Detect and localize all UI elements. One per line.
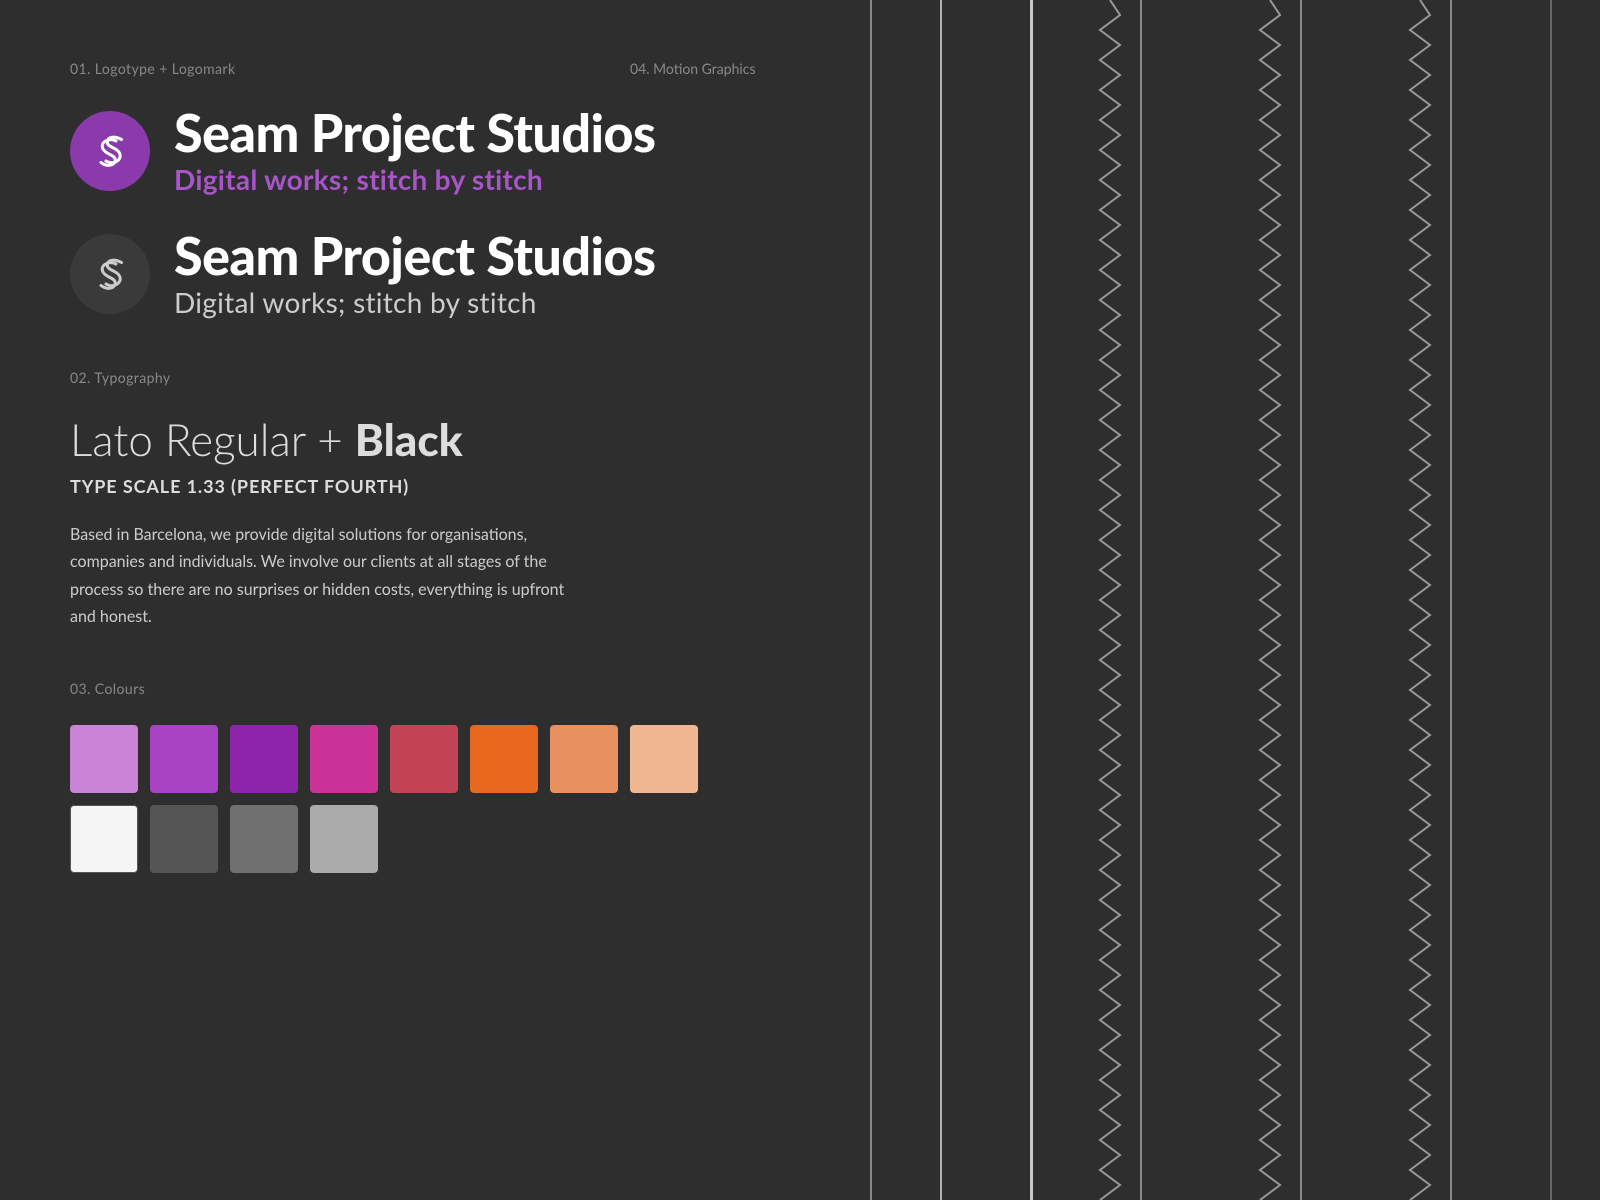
swatch-light-gray bbox=[310, 805, 378, 873]
logo-title-purple: Seam Project Studios bbox=[174, 105, 656, 162]
swatch-purple bbox=[230, 725, 298, 793]
logo-tagline-dark: Digital works; stitch by stitch bbox=[174, 285, 656, 319]
swatch-coral-red bbox=[390, 725, 458, 793]
swatch-orange bbox=[470, 725, 538, 793]
type-heading: Lato Regular + Black bbox=[70, 414, 800, 467]
s-logo-purple-icon bbox=[84, 125, 136, 177]
swatch-white bbox=[70, 805, 138, 873]
type-scale: TYPE SCALE 1.33 (Perfect Fourth) bbox=[70, 475, 800, 497]
swatch-lavender bbox=[70, 725, 138, 793]
vertical-line-6 bbox=[1550, 0, 1552, 1200]
colour-row-1 bbox=[70, 725, 800, 793]
vertical-line-1 bbox=[940, 0, 942, 1200]
stitching-decoration bbox=[870, 0, 1600, 1200]
colours-section: 03. Colours bbox=[70, 680, 800, 873]
swatch-light-peach bbox=[630, 725, 698, 793]
colours-label: 03. Colours bbox=[70, 680, 800, 697]
colour-row-2 bbox=[70, 805, 800, 873]
vertical-line-4 bbox=[1300, 0, 1302, 1200]
zigzag-stitch-1-icon bbox=[1090, 0, 1130, 1200]
swatch-medium-gray bbox=[230, 805, 298, 873]
vertical-line-3 bbox=[1140, 0, 1142, 1200]
vertical-line-5 bbox=[1450, 0, 1452, 1200]
separator-line bbox=[870, 0, 872, 1200]
swatch-dark-gray bbox=[150, 805, 218, 873]
typography-section: 02. Typography Lato Regular + Black TYPE… bbox=[70, 369, 800, 630]
swatch-peach bbox=[550, 725, 618, 793]
logo-text-dark: Seam Project Studios Digital works; stit… bbox=[174, 228, 656, 319]
swatch-hot-pink bbox=[310, 725, 378, 793]
logo-mark-purple bbox=[70, 111, 150, 191]
logo-variant-purple: Seam Project Studios Digital works; stit… bbox=[70, 105, 800, 196]
body-text: Based in Barcelona, we provide digital s… bbox=[70, 521, 590, 630]
logo-text-purple: Seam Project Studios Digital works; stit… bbox=[174, 105, 656, 196]
zigzag-stitch-3-icon bbox=[1400, 0, 1440, 1200]
logo-variant-dark: Seam Project Studios Digital works; stit… bbox=[70, 228, 800, 319]
type-heading-regular: Lato Regular + bbox=[70, 414, 355, 466]
logotype-section: 01. Logotype + Logomark Seam Project Stu… bbox=[70, 60, 800, 319]
s-logo-dark-icon bbox=[84, 248, 136, 300]
vertical-line-2 bbox=[1030, 0, 1033, 1200]
type-heading-bold: Black bbox=[355, 414, 463, 466]
zigzag-stitch-2-icon bbox=[1250, 0, 1290, 1200]
logo-tagline-purple: Digital works; stitch by stitch bbox=[174, 162, 656, 196]
main-content: 01. Logotype + Logomark Seam Project Stu… bbox=[0, 0, 870, 1200]
logo-title-dark: Seam Project Studios bbox=[174, 228, 656, 285]
swatch-medium-purple bbox=[150, 725, 218, 793]
motion-graphics-label: 04. Motion Graphics bbox=[630, 60, 756, 77]
typography-label: 02. Typography bbox=[70, 369, 800, 386]
logo-mark-dark bbox=[70, 234, 150, 314]
